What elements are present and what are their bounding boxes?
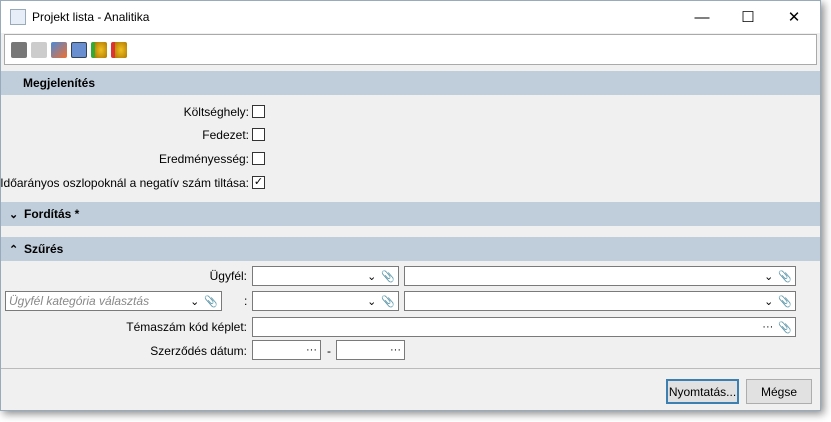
- minimize-button[interactable]: —: [679, 1, 725, 33]
- paperclip-icon[interactable]: 📎: [381, 270, 395, 283]
- topic-code-label: Témaszám kód képlet:: [126, 320, 247, 334]
- paperclip-icon[interactable]: 📎: [778, 270, 792, 283]
- date-to-input[interactable]: ···: [336, 340, 405, 360]
- dialog-window: Projekt lista - Analitika — ☐ ✕ Megjelen…: [0, 0, 821, 411]
- paperclip-icon[interactable]: 📎: [381, 295, 395, 308]
- cost-center-label: Költséghely:: [183, 105, 249, 119]
- ellipsis-icon[interactable]: ···: [306, 344, 317, 356]
- ellipsis-icon[interactable]: ···: [762, 321, 773, 333]
- chevron-down-icon[interactable]: ⌄: [764, 270, 773, 283]
- db-import-icon[interactable]: [91, 41, 107, 58]
- maximize-button[interactable]: ☐: [725, 1, 771, 33]
- print-preview-icon[interactable]: [31, 41, 47, 58]
- profitability-checkbox[interactable]: [252, 152, 265, 165]
- chevron-down-icon: ⌄: [9, 208, 19, 221]
- window-title: Projekt lista - Analitika: [32, 10, 150, 24]
- profitability-label: Eredményesség:: [158, 152, 249, 166]
- toolbar: [4, 34, 817, 65]
- cost-center-checkbox[interactable]: [252, 105, 265, 118]
- calculator-icon[interactable]: [71, 41, 87, 58]
- topic-code-input[interactable]: ··· 📎: [252, 317, 796, 337]
- negative-ban-label: Időarányos oszlopoknál a negatív szám ti…: [0, 176, 249, 190]
- customer-label: Ügyfél:: [209, 269, 247, 283]
- contract-date-label: Szerződés dátum:: [150, 344, 247, 358]
- category-value-combo[interactable]: ⌄ 📎: [252, 291, 399, 311]
- section-translation-header[interactable]: ⌄ Fordítás *: [1, 202, 820, 226]
- customer-category-combo[interactable]: Ügyfél kategória választás ⌄ 📎: [5, 291, 222, 311]
- title-bar: Projekt lista - Analitika — ☐ ✕: [1, 1, 820, 33]
- customer-combo[interactable]: ⌄ 📎: [252, 266, 399, 286]
- chevron-down-icon[interactable]: ⌄: [190, 295, 199, 308]
- category-placeholder: Ügyfél kategória választás: [9, 294, 150, 308]
- category-colon: :: [244, 294, 248, 308]
- category-name-combo[interactable]: ⌄ 📎: [404, 291, 796, 311]
- chevron-down-icon[interactable]: ⌄: [367, 270, 376, 283]
- app-icon: [10, 9, 26, 25]
- db-export-icon[interactable]: [111, 41, 127, 58]
- edit-icon[interactable]: [51, 41, 67, 58]
- section-title: Szűrés: [24, 242, 64, 256]
- print-icon[interactable]: [11, 41, 27, 58]
- margin-label: Fedezet:: [202, 128, 249, 142]
- paperclip-icon[interactable]: 📎: [204, 295, 218, 308]
- cancel-button[interactable]: Mégse: [746, 379, 812, 404]
- negative-ban-checkbox[interactable]: ✓: [252, 176, 265, 189]
- chevron-down-icon[interactable]: ⌄: [367, 295, 376, 308]
- date-separator: -: [327, 344, 331, 358]
- chevron-up-icon: ⌃: [9, 243, 19, 256]
- print-button[interactable]: Nyomtatás...: [666, 379, 739, 404]
- paperclip-icon[interactable]: 📎: [778, 321, 792, 334]
- section-title: Fordítás *: [24, 207, 80, 221]
- close-button[interactable]: ✕: [771, 1, 817, 33]
- paperclip-icon[interactable]: 📎: [778, 295, 792, 308]
- footer-divider: [1, 368, 820, 369]
- section-title: Megjelenítés: [23, 76, 96, 90]
- customer-name-combo[interactable]: ⌄ 📎: [404, 266, 796, 286]
- ellipsis-icon[interactable]: ···: [390, 344, 401, 356]
- section-filter-header[interactable]: ⌃ Szűrés: [1, 237, 820, 261]
- section-display-header[interactable]: Megjelenítés: [1, 71, 820, 95]
- chevron-down-icon[interactable]: ⌄: [764, 295, 773, 308]
- margin-checkbox[interactable]: [252, 128, 265, 141]
- date-from-input[interactable]: ···: [252, 340, 321, 360]
